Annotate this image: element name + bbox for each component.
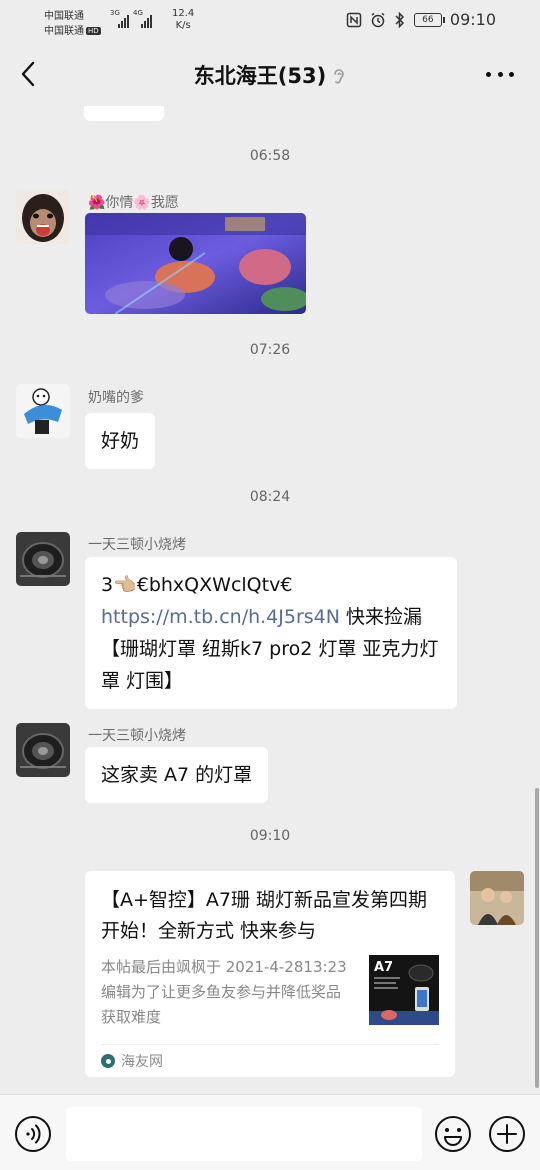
- signal-indicators: 3G 4G: [110, 9, 152, 28]
- card-thumbnail: A7: [369, 955, 439, 1025]
- chat-title-wrap: 东北海王(53): [0, 60, 540, 90]
- card-source-name: 海友网: [121, 1054, 163, 1070]
- emoji-icon[interactable]: [434, 1115, 472, 1153]
- message-text: 好奶: [101, 430, 140, 452]
- signal-4g-icon: 4G: [133, 9, 152, 28]
- message-link[interactable]: https://m.tb.cn/h.4J5rs4N: [101, 606, 340, 628]
- signal-3g-icon: 3G: [110, 9, 129, 28]
- card-description: 本帖最后由飒枫于 2021-4-2813:23编辑为了让更多鱼友参与并降低奖品获…: [101, 958, 347, 1026]
- network-speed-unit: K/s: [175, 20, 191, 31]
- carrier-1: 中国联通: [44, 11, 84, 22]
- image-message[interactable]: [85, 213, 306, 314]
- avatar-monkey[interactable]: [16, 190, 70, 244]
- nfc-icon: [346, 12, 362, 27]
- link-card[interactable]: 【A+智控】A7珊 瑚灯新品宣发第四期开始！全新方式 快来参与 本帖最后由飒枫于…: [85, 871, 455, 1077]
- signal-4g-label: 4G: [133, 9, 143, 17]
- ear-icon: [334, 69, 345, 84]
- timestamp: 08:24: [249, 489, 291, 505]
- message-bubble[interactable]: 好奶: [85, 413, 156, 469]
- scrollbar[interactable]: [535, 788, 539, 1088]
- card-title: 【A+智控】A7珊 瑚灯新品宣发第四期开始！全新方式 快来参与: [101, 889, 428, 942]
- avatar-cartoon[interactable]: [16, 384, 70, 438]
- more-icon[interactable]: [486, 64, 514, 84]
- alarm-icon: [371, 12, 385, 27]
- network-speed: 12.4 K/s: [172, 8, 194, 32]
- message-bubble[interactable]: 3👈🏼€bhxQXWclQtv€ https://m.tb.cn/h.4J5rs…: [85, 557, 457, 709]
- clock: 09:10: [449, 10, 496, 29]
- signal-3g-label: 3G: [110, 9, 120, 17]
- card-thumbnail-label: A7: [374, 960, 393, 975]
- message-text: 这家卖 A7 的灯罩: [101, 764, 253, 786]
- chat-header: 东北海王(53): [0, 42, 540, 106]
- network-speed-value: 12.4: [172, 8, 195, 19]
- carrier-2-label: 中国联通: [44, 26, 84, 37]
- battery-icon: 66: [413, 12, 445, 27]
- voice-icon[interactable]: [14, 1115, 52, 1153]
- hd-badge: HD: [86, 27, 101, 35]
- battery-level: 66: [422, 14, 434, 25]
- sender-name: 奶嘴的爹: [88, 390, 144, 406]
- timestamp: 09:10: [249, 828, 291, 844]
- bluetooth-icon: [395, 11, 404, 28]
- input-bar: [0, 1094, 540, 1170]
- avatar-self[interactable]: [470, 871, 524, 925]
- source-logo-icon: [101, 1054, 115, 1068]
- card-divider: [101, 1044, 439, 1045]
- timestamp: 07:26: [249, 342, 291, 358]
- status-right: 66 09:10: [346, 10, 496, 29]
- previous-message-bubble[interactable]: [84, 106, 164, 121]
- sender-name: 🌺你情🌸我愿: [88, 195, 179, 211]
- avatar-grill[interactable]: [16, 723, 70, 777]
- carrier-2: 中国联通 HD: [44, 22, 101, 37]
- chat-title: 东北海王(53): [193, 64, 327, 88]
- card-source: 海友网: [101, 1051, 163, 1071]
- avatar-grill[interactable]: [16, 532, 70, 586]
- message-bubble[interactable]: 这家卖 A7 的灯罩: [85, 747, 269, 803]
- message-input[interactable]: [66, 1107, 422, 1161]
- sender-name: 一天三顿小烧烤: [88, 537, 186, 553]
- status-bar: 中国联通 中国联通 HD 3G 4G 12.4 K/s 66 09:10: [0, 0, 540, 42]
- plus-icon[interactable]: [488, 1115, 526, 1153]
- timestamp: 06:58: [249, 148, 291, 164]
- sender-name: 一天三顿小烧烤: [88, 728, 186, 744]
- chat-area[interactable]: 06:58 🌺你情🌸我愿 07:26 奶嘴的爹 好奶 08:24 一天三顿小烧烤…: [0, 106, 540, 1094]
- message-text-prefix: 3👈🏼€bhxQXWclQtv€: [101, 574, 293, 596]
